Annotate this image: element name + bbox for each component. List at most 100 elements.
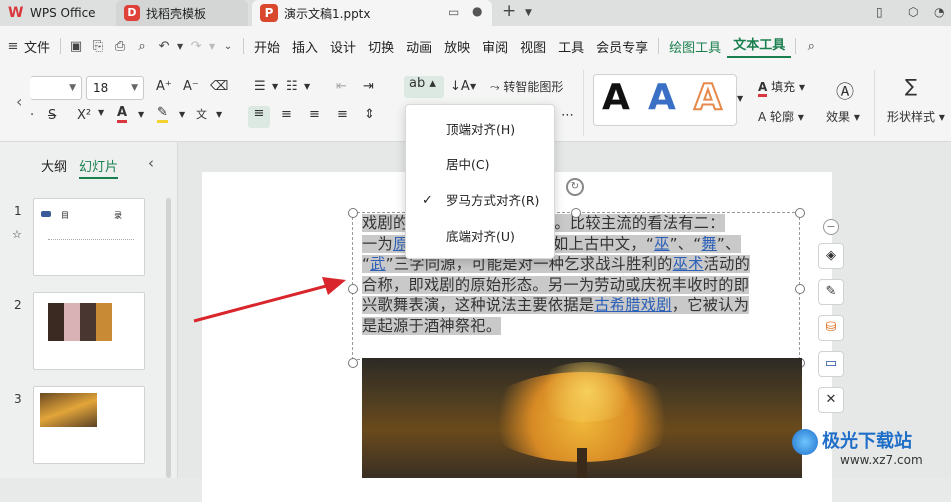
highlight-icon[interactable]: ✎	[157, 106, 168, 123]
menu-file[interactable]: 文件	[24, 37, 56, 56]
strikethrough-icon[interactable]: S	[48, 108, 56, 123]
link[interactable]: 武	[370, 255, 386, 273]
slide-image[interactable]	[362, 358, 802, 478]
chevron-down-icon[interactable]: ▼	[207, 42, 217, 51]
menu-view[interactable]: 视图	[514, 37, 552, 56]
chevron-down-icon[interactable]: ▼	[138, 110, 144, 119]
fill-button[interactable]: A 填充 ▾	[758, 78, 805, 97]
search-icon[interactable]: ⌕	[800, 39, 822, 54]
clear-format-icon[interactable]: ⌫	[210, 79, 228, 94]
wordart-style-blue[interactable]: A	[648, 77, 676, 118]
tab-wps-office[interactable]: W WPS Office	[0, 0, 112, 26]
print-icon[interactable]: ⎙	[109, 39, 131, 54]
increase-font-icon[interactable]: A⁺	[156, 79, 172, 94]
align-right-icon[interactable]: ≡	[309, 107, 320, 122]
outline-button[interactable]: A 轮廓 ▾	[758, 108, 804, 125]
chevron-down-icon[interactable]: ▼	[304, 82, 310, 91]
justify-icon[interactable]: ≡	[337, 107, 348, 122]
redo-icon[interactable]: ↷	[185, 39, 207, 54]
undo-icon[interactable]: ↶	[153, 39, 175, 54]
rotate-handle-icon[interactable]: ↻	[566, 178, 584, 196]
resize-handle[interactable]	[795, 208, 805, 218]
bullet-list-icon[interactable]: ☰	[254, 79, 266, 94]
font-size-combo[interactable]: 18 ▼	[86, 76, 144, 100]
menu-item-bottom-align[interactable]: 底端对齐(U)	[406, 222, 556, 252]
effects-button[interactable]: 效果 ▾	[826, 108, 860, 125]
monitor-icon[interactable]: ▭	[448, 5, 459, 19]
phonetic-guide-icon[interactable]: 文	[196, 106, 207, 122]
font-name-combo[interactable]: ▼	[30, 76, 82, 100]
collapse-panel-icon[interactable]: ‹	[148, 154, 154, 172]
cube-icon[interactable]: ⬡	[908, 5, 918, 19]
layers-icon[interactable]: ◈	[818, 243, 844, 269]
menu-animation[interactable]: 动画	[400, 37, 438, 56]
text-align-vertical-button[interactable]: ab ▴	[404, 76, 444, 98]
menu-text-tools[interactable]: 文本工具	[727, 34, 792, 58]
increase-indent-icon[interactable]: ⇥	[363, 79, 374, 94]
link[interactable]: 巫	[654, 235, 670, 253]
wordart-style-black[interactable]: A	[602, 77, 630, 118]
text-effect-icon[interactable]: Ⓐ	[836, 78, 854, 104]
chevron-down-icon[interactable]: ▼	[470, 82, 476, 91]
pen-icon[interactable]: ✎	[818, 279, 844, 305]
menu-design[interactable]: 设计	[324, 37, 362, 56]
slide-thumbnail-3[interactable]	[33, 386, 145, 464]
more-icon[interactable]: ⌄	[217, 41, 239, 52]
link[interactable]: 古希腊戏剧	[594, 296, 671, 314]
line-spacing-icon[interactable]: ⇕	[364, 107, 375, 122]
chevron-down-icon[interactable]: ▼	[272, 82, 278, 91]
underline-more-icon[interactable]: ·	[30, 108, 34, 123]
resize-handle[interactable]	[571, 208, 581, 218]
tools-icon[interactable]: ✕	[818, 387, 844, 413]
decrease-font-icon[interactable]: A⁻	[183, 79, 199, 94]
menu-tools[interactable]: 工具	[552, 37, 590, 56]
shape-style-icon[interactable]: ∑	[905, 76, 917, 97]
wordart-style-orange-outline[interactable]: A	[693, 76, 723, 119]
tab-template[interactable]: D 找稻壳模板	[116, 0, 248, 26]
slide-thumbnail-1[interactable]: 目 录	[33, 198, 145, 276]
wordart-more-icon[interactable]: ▼	[737, 94, 743, 103]
tab-slides[interactable]: 幻灯片	[79, 156, 119, 179]
export-icon[interactable]: ⎘	[87, 39, 109, 54]
more-options-icon[interactable]: ⋯	[561, 108, 574, 123]
shape-style-button[interactable]: 形状样式 ▾	[887, 108, 945, 125]
resize-handle[interactable]	[348, 358, 358, 368]
decrease-indent-icon[interactable]: ⇤	[336, 79, 347, 94]
superscript-icon[interactable]: X²	[77, 108, 91, 123]
font-color-icon[interactable]: A	[117, 106, 128, 123]
menu-item-roman-align[interactable]: ✓ 罗马方式对齐(R)	[406, 186, 556, 216]
menu-transition[interactable]: 切换	[362, 37, 400, 56]
slide-thumbnail-2[interactable]	[33, 292, 145, 370]
fill-bucket-icon[interactable]: ⛁	[818, 315, 844, 341]
link[interactable]: 舞	[701, 235, 717, 253]
chevron-down-icon[interactable]: ▼	[98, 108, 104, 117]
convert-smart-art-button[interactable]: ⤳ 转智能图形	[490, 78, 563, 95]
monitor-icon[interactable]: ▭	[818, 351, 844, 377]
menu-member[interactable]: 会员专享	[590, 37, 654, 56]
hamburger-icon[interactable]: ≡	[2, 39, 24, 54]
collapse-icon[interactable]: −	[823, 219, 839, 235]
menu-insert[interactable]: 插入	[286, 37, 324, 56]
align-left-button[interactable]: ≡	[248, 106, 270, 128]
menu-review[interactable]: 审阅	[476, 37, 514, 56]
menu-item-center[interactable]: 居中(C)	[406, 150, 556, 180]
print-preview-icon[interactable]: ⌕	[131, 39, 153, 54]
chevron-down-icon[interactable]: ▼	[179, 110, 185, 119]
link[interactable]: 巫术	[673, 255, 704, 273]
scrollbar[interactable]	[166, 198, 171, 478]
menu-item-top-align[interactable]: 顶端对齐(H)	[406, 115, 556, 145]
avatar[interactable]: ◔	[934, 5, 944, 19]
new-tab-button[interactable]: +	[502, 1, 516, 21]
chevron-down-icon[interactable]: ▼	[175, 42, 185, 51]
numbered-list-icon[interactable]: ☷	[286, 79, 298, 94]
tab-outline[interactable]: 大纲	[41, 156, 67, 175]
menu-home[interactable]: 开始	[248, 37, 286, 56]
tab-document[interactable]: P 演示文稿1.pptx ▭ ●	[252, 0, 492, 26]
chevron-down-icon[interactable]: ▼	[216, 110, 222, 119]
layout-icon[interactable]: ▯	[876, 5, 883, 19]
chevron-down-icon[interactable]: ▼	[525, 8, 532, 18]
menu-slideshow[interactable]: 放映	[438, 37, 476, 56]
wordart-gallery[interactable]: A A A	[593, 74, 737, 126]
text-direction-icon[interactable]: ↓A	[450, 79, 470, 94]
save-icon[interactable]: ▣	[65, 39, 87, 54]
